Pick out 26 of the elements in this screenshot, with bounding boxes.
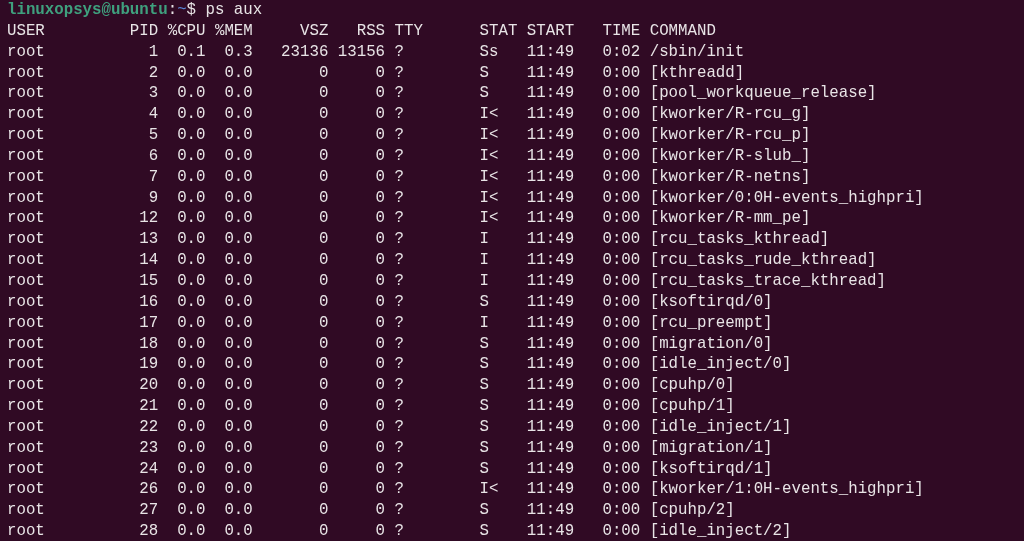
process-line: root 7 0.0 0.0 0 0 ? I< 11:49 0:00 [kworker/R-netns]: [7, 166, 811, 188]
process-line: root 1 0.1 0.3 23136 13156 ? Ss 11:49 0:02 /sbin/init: [7, 41, 745, 63]
process-line: root 15 0.0 0.0 0 0 ? I 11:49 0:00 [rcu_tasks_trace_kthread]: [7, 270, 886, 292]
process-line: root 22 0.0 0.0 0 0 ? S 11:49 0:00 [idle_inject/1]: [7, 416, 792, 438]
process-line: root 14 0.0 0.0 0 0 ? I 11:49 0:00 [rcu_tasks_rude_kthread]: [7, 250, 877, 271]
process-line: root 16 0.0 0.0 0 0 ? S 11:49 0:00 [ksoftirqd/0]: [7, 291, 773, 313]
header-line: USER PID %CPU %MEM VSZ RSS TTY STAT START TIME COMMAND: [7, 20, 716, 42]
process-line: root 21 0.0 0.0 0 0 ? S 11:49 0:00 [cpuhp/1]: [7, 396, 735, 417]
process-line: root 26 0.0 0.0 0 0 ? I< 11:49 0:00 [kworker/1:0H-events_highpri]: [7, 479, 924, 501]
process-line: root 23 0.0 0.0 0 0 ? S 11:49 0:00 [migration/1]: [7, 437, 773, 459]
prompt-line: linuxopsys@ubuntu:~$ ps aux: [7, 0, 264, 21]
process-line: root 17 0.0 0.0 0 0 ? I 11:49 0:00 [rcu_preempt]: [7, 312, 773, 334]
process-line: root 4 0.0 0.0 0 0 ? I< 11:49 0:00 [kworker/R-rcu_g]: [7, 104, 811, 126]
process-line: root 18 0.0 0.0 0 0 ? S 11:49 0:00 [migration/0]: [7, 333, 773, 355]
process-line: root 2 0.0 0.0 0 0 ? S 11:49 0:00 [kthreadd]: [7, 62, 745, 84]
process-line: root 12 0.0 0.0 0 0 ? I< 11:49 0:00 [kworker/R-mm_pe]: [7, 208, 811, 230]
process-line: root 24 0.0 0.0 0 0 ? S 11:49 0:00 [ksoftirqd/1]: [7, 458, 773, 480]
process-line: root 6 0.0 0.0 0 0 ? I< 11:49 0:00 [kworker/R-slub_]: [7, 145, 811, 167]
process-line: root 19 0.0 0.0 0 0 ? S 11:49 0:00 [idle_inject/0]: [7, 354, 792, 376]
process-line: root 5 0.0 0.0 0 0 ? I< 11:49 0:00 [kworker/R-rcu_p]: [7, 125, 811, 146]
process-line: root 3 0.0 0.0 0 0 ? S 11:49 0:00 [pool_workqueue_release]: [7, 83, 877, 105]
process-line: root 20 0.0 0.0 0 0 ? S 11:49 0:00 [cpuhp/0]: [7, 375, 735, 397]
process-line: root 13 0.0 0.0 0 0 ? I 11:49 0:00 [rcu_tasks_kthread]: [7, 229, 830, 251]
process-line: root 9 0.0 0.0 0 0 ? I< 11:49 0:00 [kworker/0:0H-events_highpri]: [7, 187, 924, 209]
process-line: root 28 0.0 0.0 0 0 ? S 11:49 0:00 [idle_inject/2]: [7, 521, 792, 541]
process-line: root 27 0.0 0.0 0 0 ? S 11:49 0:00 [cpuhp/2]: [7, 500, 735, 522]
